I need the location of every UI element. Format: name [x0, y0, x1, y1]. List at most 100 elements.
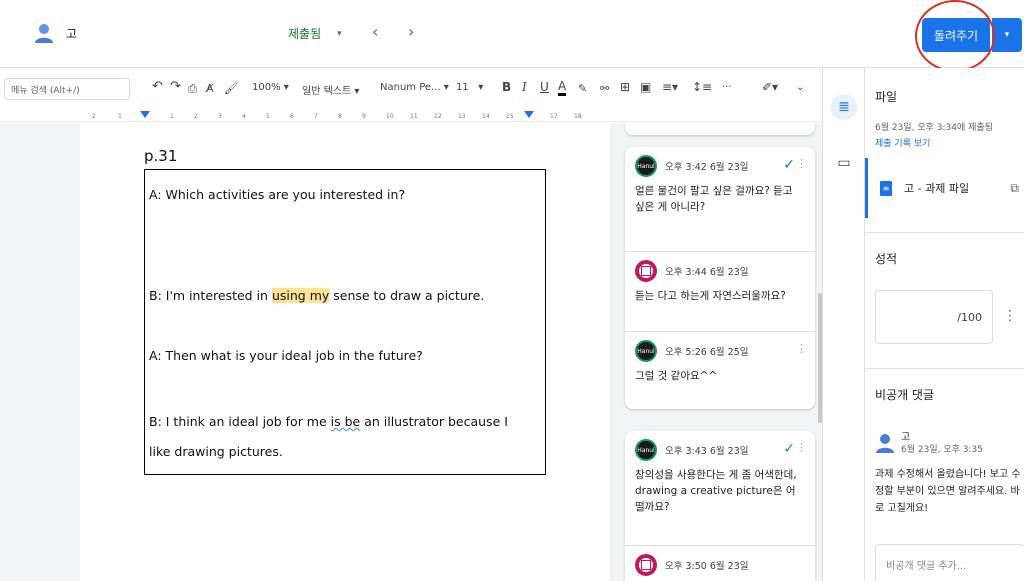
comment-body: 얼른 물건이 팔고 싶은 걸까요? 듣고 싶은 게 아니라?: [635, 185, 793, 213]
ruler-tick: 18: [574, 113, 582, 120]
file-name: 고 - 과제 파일: [904, 182, 970, 195]
indent-marker[interactable]: [140, 111, 150, 118]
comment: Hanul 오후 3:42 6월 23일 ✓ ⋮ 얼른 물건이 팔고 싶은 걸까…: [625, 147, 815, 251]
image-icon[interactable]: ▣: [640, 80, 651, 94]
dialogue-line: B: I'm interested in using my sense to d…: [149, 288, 484, 303]
chevron-down-icon: ▾: [478, 82, 484, 93]
ruler-tick: 10: [386, 113, 394, 120]
ruler-tick: 7: [314, 113, 318, 120]
ruler-tick: 13: [458, 113, 466, 120]
comment-thread[interactable]: Hanul 오후 3:42 6월 23일 ✓ ⋮ 얼른 물건이 팔고 싶은 걸까…: [625, 147, 815, 409]
private-commenter-name: 고: [901, 432, 911, 443]
grammar-flagged-text[interactable]: is be: [331, 414, 361, 429]
commenter-avatar: Hanul: [635, 439, 657, 461]
collapse-toolbar-icon[interactable]: ⌄: [796, 82, 804, 93]
resolve-check-icon[interactable]: ✓: [783, 157, 795, 173]
open-external-icon[interactable]: ⧉: [1010, 181, 1019, 196]
line-spacing-icon[interactable]: ↕≡: [692, 80, 712, 94]
dialogue-textbox[interactable]: A: Which activities are you interested i…: [144, 169, 546, 475]
return-options-button[interactable]: ▾: [992, 18, 1022, 52]
undo-icon[interactable]: ↶: [152, 79, 163, 94]
more-vert-icon[interactable]: ⋮: [796, 157, 807, 170]
comment-thread[interactable]: Hanul 오후 3:43 6월 23일 ✓ ⋮ 창의성을 사용한다는 게 좀 …: [625, 431, 815, 581]
prev-student-button[interactable]: ‹: [372, 22, 378, 41]
ruler-tick: 3: [218, 113, 222, 120]
return-button[interactable]: 돌려주기: [922, 18, 990, 52]
comment-body: 듣는 다고 하는게 자연스러울까요?: [635, 290, 786, 302]
grade-input[interactable]: /100: [875, 290, 993, 344]
chevron-down-icon: ▾: [283, 82, 289, 93]
edit-mode-icon[interactable]: ✐▾: [762, 80, 778, 94]
text-span: an illustrator because I: [360, 414, 508, 429]
submitted-time: 6월 23일, 오후 3:34에 제출됨: [875, 123, 993, 133]
comment-time: 오후 3:50 6월 23일: [665, 561, 749, 572]
comment: Hanul 오후 3:43 6월 23일 ✓ ⋮ 창의성을 사용한다는 게 좀 …: [625, 431, 815, 545]
comment-bank-icon[interactable]: ▭: [833, 152, 855, 174]
more-vert-icon[interactable]: ⋮: [1003, 308, 1017, 324]
next-student-button[interactable]: ›: [408, 22, 414, 41]
dialogue-line: A: Then what is your ideal job in the fu…: [149, 348, 423, 363]
ruler-tick: 1: [170, 113, 174, 120]
text-color-button[interactable]: A: [558, 79, 567, 96]
font-size-select[interactable]: 11 ▾: [456, 82, 483, 93]
commenter-avatar: [635, 260, 657, 282]
student-avatar-icon: [35, 24, 53, 43]
grading-panel: 파일 6월 23일, 오후 3:34에 제출됨 제출 기록 보기 ≡ 고 - 과…: [864, 68, 1024, 581]
font-value: Nanum Pe...: [380, 82, 441, 93]
grading-app: 고 제출됨 ▾ ‹ › 돌려주기 ▾ 메뉴 검색 (Alt+/) ↶ ↷ ⎙ A…: [0, 0, 1024, 581]
status-dropdown[interactable]: 제출됨 ▾: [288, 25, 342, 42]
redo-icon[interactable]: ↷: [170, 79, 181, 94]
menu-search-input[interactable]: 메뉴 검색 (Alt+/): [4, 78, 130, 100]
top-bar: 고 제출됨 ▾ ‹ › 돌려주기 ▾: [0, 0, 1024, 72]
ruler-tick: 6: [290, 113, 294, 120]
align-icon[interactable]: ≡▾: [662, 80, 678, 94]
private-comment-input[interactable]: 비공개 댓글 추가...: [875, 544, 1024, 581]
ruler-tick: 4: [242, 113, 246, 120]
submission-history-link[interactable]: 제출 기록 보기: [875, 136, 930, 149]
student-name: 고: [66, 27, 78, 41]
link-icon[interactable]: ⚯: [600, 82, 609, 95]
document-page[interactable]: p.31 A: Which activities are you interes…: [80, 123, 610, 581]
chevron-down-icon: ▾: [354, 86, 360, 97]
font-select[interactable]: Nanum Pe... ▾: [380, 82, 449, 93]
comment-add-icon[interactable]: ⊞: [620, 80, 630, 94]
more-vert-icon[interactable]: ⋮: [796, 342, 807, 355]
zoom-value: 100%: [252, 82, 281, 93]
font-size-value: 11: [456, 82, 469, 93]
dialogue-line: like drawing pictures.: [149, 444, 283, 459]
italic-button[interactable]: I: [522, 80, 527, 94]
more-vert-icon[interactable]: ⋮: [796, 441, 807, 454]
highlight-icon[interactable]: ✎: [578, 82, 587, 95]
underline-button[interactable]: U: [540, 80, 549, 94]
private-comments-title: 비공개 댓글: [875, 388, 935, 402]
chevron-down-icon: ▾: [337, 28, 342, 39]
comment-header: Hanul 오후 5:26 6월 25일: [635, 340, 805, 362]
ruler-tick: 2: [92, 113, 96, 120]
spellcheck-icon[interactable]: A̸: [206, 82, 214, 95]
zoom-select[interactable]: 100% ▾: [252, 82, 289, 93]
bold-button[interactable]: B: [502, 80, 511, 94]
docs-file-icon: ≡: [880, 180, 892, 196]
grade-title: 성적: [875, 252, 898, 266]
ruler-tick: 8: [338, 113, 342, 120]
right-indent-marker[interactable]: [524, 111, 534, 118]
side-icon-strip: ≣ ▭: [822, 68, 864, 581]
comment-header: 오후 3:50 6월 23일: [635, 554, 805, 576]
highlighted-text[interactable]: using my: [271, 288, 330, 303]
attached-file[interactable]: ≡ 고 - 과제 파일 ⧉: [865, 158, 1024, 218]
style-select[interactable]: 일반 텍스트 ▾: [302, 82, 359, 97]
paint-format-icon[interactable]: 🖌: [224, 82, 238, 95]
comment: 오후 3:50 6월 23일: [625, 545, 815, 581]
comment-card-partial[interactable]: [625, 123, 815, 135]
ruler-tick: 11: [410, 113, 418, 120]
details-list-icon[interactable]: ≣: [831, 94, 857, 120]
comment-time: 오후 5:26 6월 25일: [665, 347, 749, 358]
status-label: 제출됨: [288, 27, 322, 41]
resolve-check-icon[interactable]: ✓: [783, 441, 795, 457]
doc-toolbar: 메뉴 검색 (Alt+/) ↶ ↷ ⎙ A̸ 🖌 100% ▾ 일반 텍스트 ▾…: [0, 70, 822, 106]
files-title: 파일: [875, 90, 898, 104]
text-span: B: I'm interested in: [149, 288, 272, 303]
more-button[interactable]: ···: [722, 82, 732, 93]
ruler-tick: 15: [506, 113, 514, 120]
print-icon[interactable]: ⎙: [188, 82, 197, 96]
